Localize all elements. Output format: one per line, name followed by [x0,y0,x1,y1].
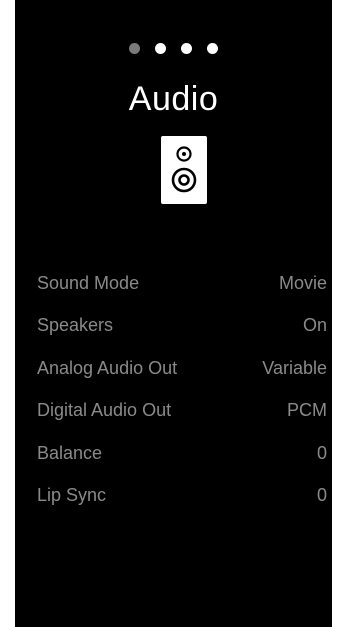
setting-row-speakers[interactable]: Speakers On [37,305,327,348]
setting-row-digital-audio-out[interactable]: Digital Audio Out PCM [37,390,327,433]
page-dot-2[interactable] [155,43,166,54]
setting-label: Balance [37,442,103,463]
setting-value: PCM [287,400,327,421]
setting-label: Analog Audio Out [37,357,178,378]
setting-row-lip-sync[interactable]: Lip Sync 0 [37,475,327,518]
setting-row-sound-mode[interactable]: Sound Mode Movie [37,262,327,305]
setting-label: Lip Sync [37,485,107,506]
setting-value: Movie [278,272,327,293]
page-dot-4[interactable] [207,43,218,54]
setting-value: Variable [262,357,327,378]
speaker-icon [161,136,207,204]
audio-settings-panel: Audio Sound Mode Movie Speakers On Analo… [15,0,332,627]
setting-label: Speakers [37,315,114,336]
page-title: Audio [128,80,219,118]
setting-value: 0 [316,485,327,506]
page-dot-1[interactable] [129,43,140,54]
page-indicator [15,43,332,54]
setting-value: On [302,315,327,336]
setting-row-analog-audio-out[interactable]: Analog Audio Out Variable [37,347,327,390]
page-dot-3[interactable] [181,43,192,54]
setting-label: Digital Audio Out [37,400,172,421]
setting-label: Sound Mode [37,272,140,293]
setting-value: 0 [316,442,327,463]
settings-list: Sound Mode Movie Speakers On Analog Audi… [37,262,327,517]
setting-row-balance[interactable]: Balance 0 [37,432,327,475]
